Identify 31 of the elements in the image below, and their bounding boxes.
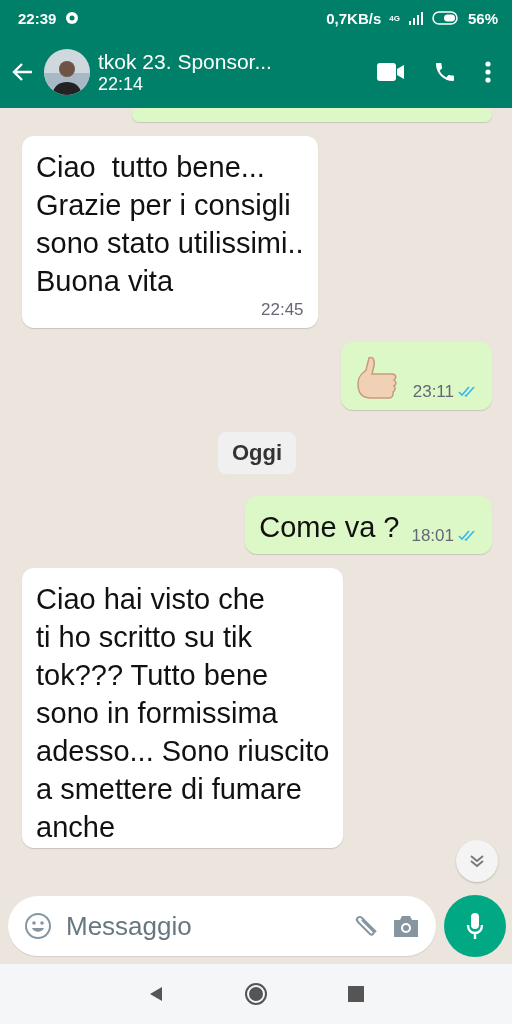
message-field[interactable]: Messaggio xyxy=(8,896,436,956)
double-tick-icon xyxy=(458,385,478,397)
scroll-down-button[interactable] xyxy=(456,840,498,882)
message-text: Ciao tutto bene... Grazie per i consigli sono stato utilissimi.. Buona vita xyxy=(36,150,304,299)
emoji-icon[interactable] xyxy=(24,912,52,940)
camera-icon[interactable] xyxy=(392,914,420,938)
signal-icon xyxy=(407,11,424,25)
message-time: 23:11 xyxy=(412,382,454,402)
message-text: Come va ? xyxy=(259,510,400,545)
message-text: Ciao hai visto che ti ho scritto su tik tok??? Tutto bene sono in formissima adesso... Sono riuscito a smettere di fumare anche xyxy=(36,582,330,845)
home-nav-icon[interactable] xyxy=(244,982,268,1006)
phone-icon[interactable] xyxy=(433,60,457,84)
contact-name[interactable]: tkok 23. Sponsor... xyxy=(98,49,360,74)
status-time: 22:39 xyxy=(18,9,57,27)
avatar[interactable] xyxy=(44,49,90,95)
battery-level: 56% xyxy=(467,9,498,27)
video-camera-icon[interactable] xyxy=(377,62,405,82)
double-tick-icon xyxy=(458,529,478,541)
microphone-icon[interactable] xyxy=(465,911,485,941)
last-seen: 22:14 xyxy=(98,73,145,95)
network-type: 4G xyxy=(389,13,400,23)
notification-icon xyxy=(64,11,81,25)
message-time: 22:45 xyxy=(261,300,304,320)
back-nav-icon[interactable] xyxy=(148,986,164,1002)
date-label: Oggi xyxy=(217,432,297,474)
more-options-icon[interactable] xyxy=(485,61,491,83)
network-speed: 0,7KB/s xyxy=(326,9,382,27)
back-arrow-icon[interactable] xyxy=(11,62,33,82)
double-chevron-down-icon[interactable] xyxy=(469,854,485,868)
battery-icon xyxy=(431,11,460,25)
message-time: 18:01 xyxy=(411,526,454,546)
